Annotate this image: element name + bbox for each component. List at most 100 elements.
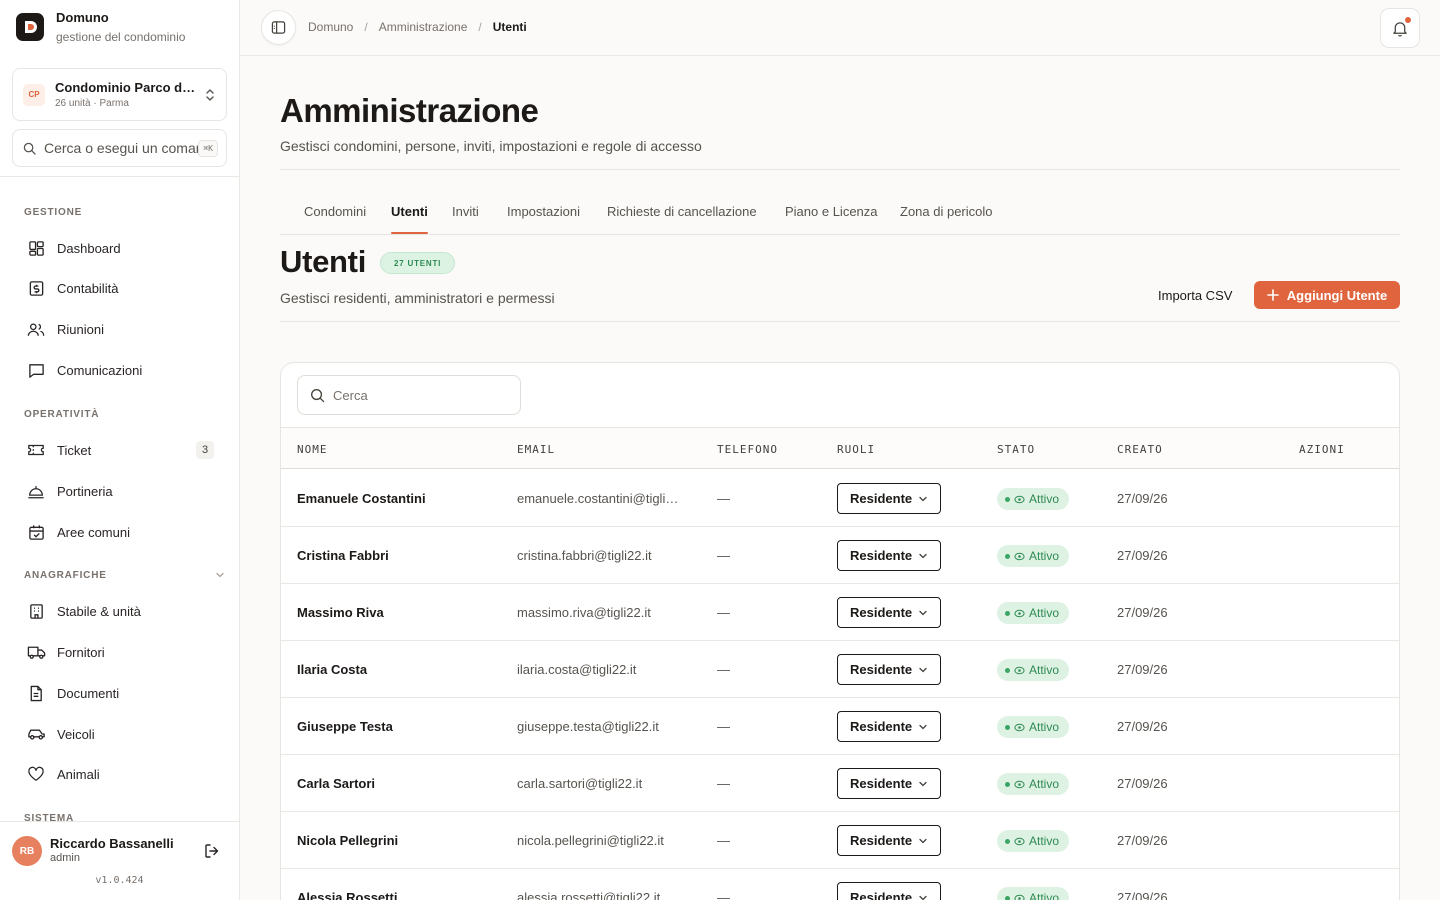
sidebar-item-animali[interactable]: Animali (12, 757, 228, 791)
tab-inviti[interactable]: Inviti (452, 204, 479, 219)
sidebar-item-label: Animali (57, 766, 100, 782)
section-subtitle: Gestisci residenti, amministratori e per… (280, 290, 555, 306)
sidebar-item-fornitori[interactable]: Fornitori (12, 635, 228, 669)
users-table: Cerca Nome Email Telefono Ruoli Stato Cr… (280, 362, 1400, 900)
breadcrumb-utenti: Utenti (492, 20, 527, 34)
divider (280, 169, 1400, 170)
role-select[interactable]: Residente (837, 654, 941, 685)
table-row[interactable]: Nicola Pellegrini nicola.pellegrini@tigli… (281, 812, 1399, 869)
user-created-cell: 27/09/26 (1117, 890, 1168, 900)
role-select-value: Residente (850, 491, 913, 506)
user-created-cell: 27/09/26 (1117, 776, 1168, 791)
column-header-nome[interactable]: Nome (297, 443, 328, 456)
page-title: Amministrazione (280, 92, 539, 129)
condominium-switcher[interactable]: CP Condominio Parco dei Tigli 26 unità ·… (12, 68, 227, 121)
table-row[interactable]: Giuseppe Testa giuseppe.testa@tigli22.it —… (281, 698, 1399, 755)
tab-piano-licenza[interactable]: Piano e Licenza (785, 204, 878, 219)
sidebar-item-ticket[interactable]: Ticket 3 (12, 433, 228, 467)
chevron-down-icon[interactable] (215, 571, 225, 579)
table-row[interactable]: Ilaria Costa ilaria.costa@tigli22.it — Resi… (281, 641, 1399, 698)
status-dot (1005, 895, 1010, 900)
user-phone-cell: — (717, 719, 730, 734)
role-select[interactable]: Residente (837, 597, 941, 628)
table-header: Nome Email Telefono Ruoli Stato Creato A… (281, 427, 1399, 469)
sidebar-item-contabilita[interactable]: Contabilità (12, 271, 228, 305)
dashboard-icon (26, 238, 46, 258)
sidebar-toggle-button[interactable] (261, 10, 296, 45)
sidebar-item-aree-comuni[interactable]: Aree comuni (12, 515, 228, 549)
avatar[interactable]: RB (12, 836, 42, 866)
accounting-icon (26, 278, 46, 298)
column-header-ruoli[interactable]: Ruoli (837, 443, 875, 456)
role-select[interactable]: Residente (837, 540, 941, 571)
sidebar-item-portineria[interactable]: Portineria (12, 474, 228, 508)
role-select[interactable]: Residente (837, 711, 941, 742)
sidebar-item-comunicazioni[interactable]: Comunicazioni (12, 353, 228, 387)
status-dot (1005, 667, 1010, 673)
role-select-value: Residente (850, 719, 913, 734)
sidebar-item-veicoli[interactable]: Veicoli (12, 717, 228, 751)
table-row[interactable]: Alessia Rossetti alessia.rossetti@tigli22… (281, 869, 1399, 900)
sidebar-item-documenti[interactable]: Documenti (12, 676, 228, 710)
admin-tabs: Condomini Utenti Inviti Impostazioni Ric… (280, 192, 1400, 235)
table-row[interactable]: Emanuele Costantini emanuele.costantini@t… (281, 470, 1399, 527)
brand[interactable]: Domuno gestione del condominio (16, 10, 185, 44)
add-user-button[interactable]: Aggiungi Utente (1254, 281, 1400, 309)
sidebar-item-dashboard[interactable]: Dashboard (12, 231, 228, 265)
role-select[interactable]: Residente (837, 768, 941, 799)
user-role: admin (50, 852, 80, 864)
status-dot (1005, 724, 1010, 730)
role-select[interactable]: Residente (837, 483, 941, 514)
eye-icon (1014, 723, 1029, 732)
command-search-placeholder: Cerca o esegui un comando (44, 140, 198, 156)
condominium-name: Condominio Parco dei Tigli (55, 80, 197, 95)
concierge-bell-icon (26, 481, 46, 501)
column-header-email[interactable]: Email (517, 443, 555, 456)
import-csv-button[interactable]: Importa CSV (1146, 281, 1244, 309)
user-phone-cell: — (717, 662, 730, 677)
status-badge: Attivo (997, 602, 1070, 624)
column-header-stato[interactable]: Stato (997, 443, 1035, 456)
tab-impostazioni[interactable]: Impostazioni (507, 204, 580, 219)
sidebar-item-riunioni[interactable]: Riunioni (12, 312, 228, 346)
eye-icon (1014, 609, 1029, 618)
table-search-input[interactable]: Cerca (297, 375, 521, 415)
user-email-cell: nicola.pellegrini@tigli22.it (517, 833, 664, 848)
sidebar-item-label: Dashboard (57, 240, 121, 256)
logout-icon[interactable] (203, 842, 221, 860)
page-subtitle: Gestisci condomini, persone, inviti, imp… (280, 138, 702, 154)
breadcrumb-separator: / (478, 20, 482, 34)
tab-richieste-cancellazione[interactable]: Richieste di cancellazione (607, 204, 757, 219)
status-badge: Attivo (997, 716, 1070, 738)
tab-utenti[interactable]: Utenti (391, 204, 428, 219)
tab-zona-pericolo[interactable]: Zona di pericolo (900, 204, 993, 219)
sidebar-item-stabile-unita[interactable]: Stabile & unità (12, 594, 228, 628)
breadcrumb-separator: / (364, 20, 368, 34)
document-icon (26, 683, 46, 703)
role-select-value: Residente (850, 605, 913, 620)
table-row[interactable]: Cristina Fabbri cristina.fabbri@tigli22.i… (281, 527, 1399, 584)
chevron-down-icon (918, 780, 928, 788)
notifications-button[interactable] (1380, 8, 1420, 48)
status-badge: Attivo (997, 659, 1070, 681)
sidebar-item-label: Portineria (57, 483, 113, 499)
table-row[interactable]: Massimo Riva massimo.riva@tigli22.it — Resi… (281, 584, 1399, 641)
command-search[interactable]: Cerca o esegui un comando ⌘K (12, 129, 227, 167)
active-tab-indicator (391, 232, 428, 234)
users-icon (26, 319, 46, 339)
user-created-cell: 27/09/26 (1117, 833, 1168, 848)
breadcrumb-domuno[interactable]: Domuno (308, 20, 353, 34)
message-icon (26, 360, 46, 380)
car-icon (26, 724, 46, 744)
role-select[interactable]: Residente (837, 882, 941, 900)
column-header-creato[interactable]: Creato (1117, 443, 1163, 456)
role-select[interactable]: Residente (837, 825, 941, 856)
search-icon (23, 142, 36, 155)
eye-icon (1014, 837, 1029, 846)
column-header-telefono[interactable]: Telefono (717, 443, 778, 456)
table-row[interactable]: Carla Sartori carla.sartori@tigli22.it — Re… (281, 755, 1399, 812)
breadcrumb-amministrazione[interactable]: Amministrazione (379, 20, 468, 34)
sidebar-item-label: Aree comuni (57, 524, 130, 540)
tab-condomini[interactable]: Condomini (304, 204, 366, 219)
user-phone-cell: — (717, 890, 730, 900)
